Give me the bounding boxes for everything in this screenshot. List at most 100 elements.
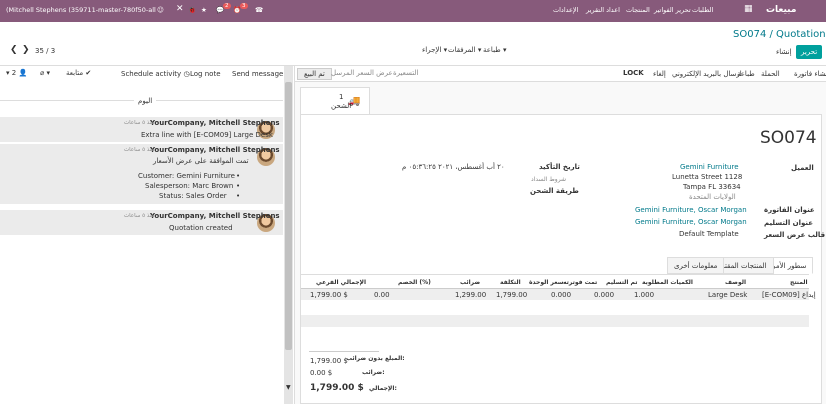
cell-discount[interactable]: 0.00 [374, 291, 390, 299]
star-icon[interactable]: ★ [201, 6, 207, 14]
cell-cost[interactable]: 1,299.00 [455, 291, 486, 299]
campaign-button[interactable]: الحملة [761, 70, 780, 78]
customer-field[interactable]: Gemini Furniture [680, 163, 739, 171]
pager-value[interactable]: 35 / 3 [35, 47, 55, 55]
menu-products[interactable]: المنتجات [626, 6, 650, 14]
delivery-count: 1 [339, 93, 344, 101]
app-brand[interactable]: مبيعات [766, 5, 796, 15]
invoice-address-field[interactable]: Gemini Furniture, Oscar Morgan [635, 206, 747, 214]
check-icon: ✔ [85, 69, 92, 77]
schedule-activity-label: Schedule activity [121, 70, 182, 78]
delivery-smart-button[interactable]: 🚚 1 الشحن [300, 87, 370, 115]
col-taxes[interactable]: ضرائب [460, 279, 480, 286]
person-icon: 👤 [18, 69, 28, 77]
menu-orders[interactable]: الطلبات [692, 6, 713, 14]
delivery-label: الشحن [331, 102, 352, 110]
table-row[interactable]: [E-COM09] إيداع Large Desk 1.000 0.000 0… [301, 288, 816, 300]
user-menu[interactable]: (Mitchell Stephens (359711-master-780f50… [6, 6, 156, 14]
template-field[interactable]: Default Template [679, 230, 739, 238]
col-discount[interactable]: الخصم (%) [398, 279, 431, 286]
message-author[interactable]: YourCompany, Mitchell Stephens [150, 212, 280, 220]
phone-icon[interactable]: ☎ [255, 6, 263, 14]
action-dropdown[interactable]: الإجراء ▾ [422, 46, 447, 54]
discuss-badge: 2 [223, 3, 231, 9]
log-note-button[interactable]: Log note [190, 70, 221, 78]
attachment-count[interactable]: ⌀ ▾ [40, 69, 50, 77]
cell-delivered[interactable]: 0.000 [594, 291, 614, 299]
cell-quantity[interactable]: 1.000 [634, 291, 654, 299]
message-author[interactable]: YourCompany, Mitchell Stephens [150, 119, 280, 127]
close-icon[interactable]: ✕ [176, 4, 184, 14]
follow-button[interactable]: متابعة ✔ [66, 69, 91, 77]
create-button[interactable]: إنشاء [776, 48, 792, 56]
col-cost[interactable]: التكلفة [500, 279, 521, 286]
schedule-activity-button[interactable]: Schedule activity ◷ [121, 70, 190, 78]
table-footer [301, 315, 809, 327]
message-author[interactable]: YourCompany, Mitchell Stephens [150, 146, 280, 154]
debug-icon[interactable]: 🐞 [188, 6, 196, 14]
tabs-divider [301, 274, 809, 275]
send-email-button[interactable]: ارسال بالبريد الإلكتروني [672, 70, 742, 78]
taxes-amount: 0.00 $ [310, 369, 333, 377]
attachments-dropdown[interactable]: المرفقات ▾ [448, 46, 481, 54]
col-unit-price[interactable]: سعر الوحدة [529, 279, 564, 286]
send-message-button[interactable]: Send message [232, 70, 283, 78]
total-amount: 1,799.00 $ [310, 383, 364, 393]
user-avatar[interactable]: ☺ [157, 6, 164, 14]
address-country: الولايات المتحدة [689, 193, 736, 201]
breadcrumb[interactable]: SO074 / Quotations [733, 29, 826, 40]
message-time: منذ ٥ ساعات - [124, 213, 159, 219]
untaxed-label: المبلغ بدون ضرائب: [346, 355, 405, 362]
address-line2: Tampa FL 33634 [683, 183, 741, 191]
chatter-scrollbar-thumb[interactable] [285, 82, 292, 350]
lock-button[interactable]: LOCK [623, 69, 644, 77]
tracking-value: Status: Sales Order [159, 192, 227, 200]
message-time: منذ ٥ ساعات - [124, 147, 159, 153]
apps-grid-icon[interactable]: ▦ [744, 4, 753, 14]
customer-label: العميل [791, 164, 814, 172]
cell-product[interactable]: [E-COM09] إيداع [762, 291, 816, 299]
col-product[interactable]: المنتج [790, 279, 808, 286]
print-dropdown[interactable]: طباعة ▾ [483, 46, 507, 54]
delivery-address-field[interactable]: Gemini Furniture, Oscar Morgan [635, 218, 747, 226]
untaxed-amount: 1,799.00 $ [310, 357, 348, 365]
cell-invoiced[interactable]: 0.000 [551, 291, 571, 299]
stage-sent[interactable]: عرض السعر المرسل [331, 69, 393, 77]
menu-invoicing[interactable]: تحرير الفواتير [654, 6, 691, 14]
confirm-date-field[interactable]: ٢٠ أب أغسطس، ٢٠٢١ ٠٥:٣٦:٢٥ م [402, 163, 505, 171]
menu-reporting[interactable]: اعداد التقرير [586, 6, 620, 14]
tracking-value: Salesperson: Marc Brown [145, 182, 234, 190]
total-label: الإجمالي: [369, 385, 397, 392]
cell-unit-price[interactable]: 1,799.00 [496, 291, 527, 299]
cell-description[interactable]: Large Desk [708, 291, 747, 299]
control-panel: SO074 / Quotations تحرير إنشاء طباعة ▾ ا… [0, 22, 826, 66]
message-body: تمت الموافقة على عرض الأسعار [153, 157, 249, 165]
create-invoice-button[interactable]: إنشاء فاتورة [794, 70, 826, 78]
stage-sale[interactable]: تم البيع [297, 68, 332, 80]
cell-subtotal[interactable]: 1,799.00 $ [310, 291, 348, 299]
template-label: قالب عرض السعر [764, 231, 826, 239]
stage-draft[interactable]: التسعيرة [393, 69, 418, 77]
cancel-button[interactable]: إلغاء [653, 70, 666, 78]
pager-prev-icon[interactable]: ❮ [10, 45, 18, 55]
pager-next-icon[interactable]: ❯ [22, 45, 30, 55]
followers-button[interactable]: ▾ 2 👤 [6, 69, 27, 77]
col-description[interactable]: الوصف [725, 279, 746, 286]
col-invoiced[interactable]: تمت فوترته [563, 279, 597, 286]
chatter-panel: Send message Log note Schedule activity … [0, 66, 295, 404]
col-delivered[interactable]: تم التسليم [606, 279, 638, 286]
follow-label: متابعة [66, 69, 84, 77]
activity-badge: 3 [240, 3, 248, 9]
address-line1: Lunetta Street 1128 [672, 173, 743, 181]
menu-settings[interactable]: الإعدادات [553, 6, 578, 14]
tab-other-info[interactable]: معلومات أخرى [667, 257, 725, 274]
taxes-label: ضرائب: [362, 369, 385, 376]
clock-icon: ◷ [183, 70, 190, 78]
tracking-value: Customer: Gemini Furniture [138, 172, 235, 180]
col-subtotal[interactable]: الإجمالي الفرعي [316, 279, 366, 286]
scroll-down-icon[interactable]: ▼ [286, 384, 291, 391]
date-separator-label: اليوم [134, 97, 157, 105]
chatter-message: YourCompany, Mitchell Stephens منذ ٥ ساع… [0, 143, 283, 204]
col-quantity[interactable]: الكميات المطلوبة [642, 279, 693, 286]
edit-button[interactable]: تحرير [796, 45, 823, 59]
